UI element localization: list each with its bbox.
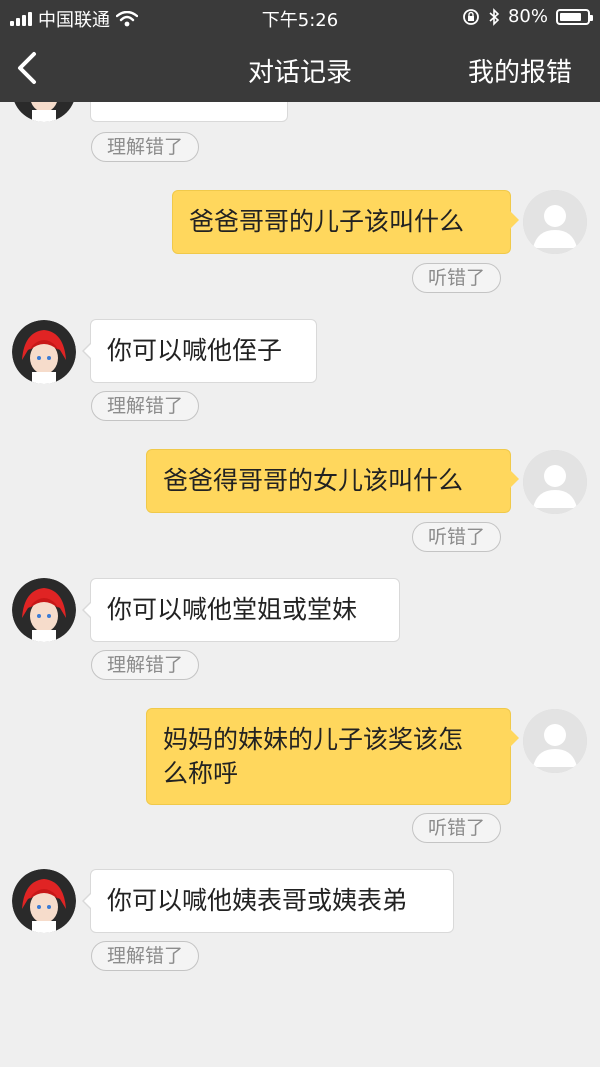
battery-fill [560,12,581,21]
message-text: 你可以喊他侄子 [107,336,283,365]
message-text-line: 么称呼 [163,759,239,788]
message-text: 爸爸哥哥的儿子该叫什么 [189,207,465,236]
misheard-button[interactable]: 听错了 [412,263,502,293]
bot-avatar [12,320,76,384]
chat-list[interactable]: 理解错了 爸爸哥哥的儿子该叫什么 听错了 你可以喊他侄子 理解错了 爸爸得哥哥的… [0,102,600,1067]
message-bubble-user: 妈妈的妹妹的儿子该奖该怎 么称呼 [146,708,519,805]
message-bubble-bot [82,102,288,122]
message-text: 你可以喊他堂姐或堂妹 [107,595,358,624]
nav-bar: 对话记录 我的报错 [0,34,600,102]
bot-avatar [12,102,76,122]
message-bubble-user: 爸爸得哥哥的女儿该叫什么 [146,449,519,513]
status-bar: 中国联通 下午5:26 80% [0,0,600,34]
status-right: 80% [462,6,593,27]
misunderstood-button[interactable]: 理解错了 [91,650,200,680]
user-avatar [523,709,587,773]
misunderstood-button[interactable]: 理解错了 [91,132,200,162]
message-text-line: 妈妈的妹妹的儿子该奖该怎 [163,725,464,754]
message-bubble-bot: 你可以喊他侄子 [82,319,317,383]
battery-percent: 80% [507,6,548,27]
misunderstood-button[interactable]: 理解错了 [91,391,200,421]
message-text: 你可以喊他姨表哥或姨表弟 [107,886,408,915]
misunderstood-button[interactable]: 理解错了 [91,941,200,971]
orientation-lock-icon [463,8,479,25]
bluetooth-icon [489,7,500,26]
message-bubble-bot: 你可以喊他堂姐或堂妹 [82,578,400,642]
battery-icon [556,8,593,25]
message-text: 爸爸得哥哥的女儿该叫什么 [163,466,464,495]
misheard-button[interactable]: 听错了 [412,522,502,552]
user-avatar [523,450,587,514]
user-avatar [523,190,587,254]
bot-avatar [12,578,76,642]
message-bubble-bot: 你可以喊他姨表哥或姨表弟 [82,869,454,933]
bot-avatar [12,869,76,933]
misheard-button[interactable]: 听错了 [412,813,502,843]
message-bubble-user: 爸爸哥哥的儿子该叫什么 [172,190,519,254]
report-button[interactable]: 我的报错 [468,52,572,89]
